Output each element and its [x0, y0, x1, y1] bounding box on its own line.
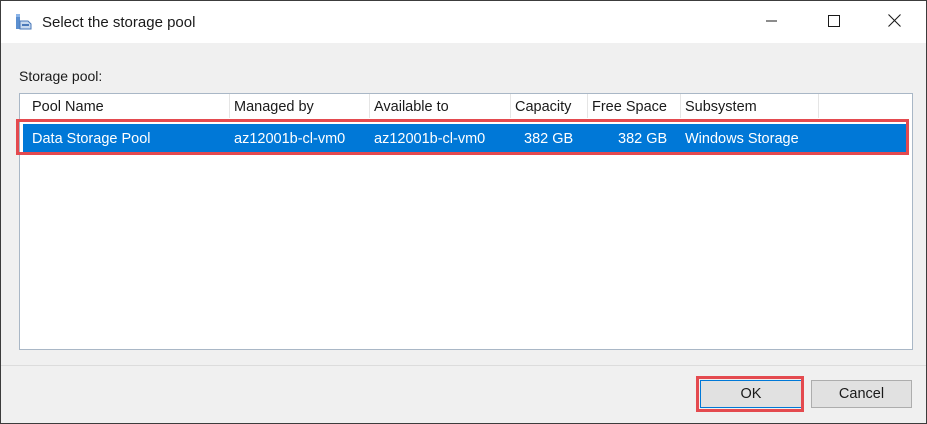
cancel-button[interactable]: Cancel	[811, 380, 912, 408]
close-button[interactable]	[871, 1, 917, 43]
minimize-button[interactable]	[749, 1, 795, 43]
column-header-available-to[interactable]: Available to	[370, 94, 511, 118]
cell-subsystem: Windows Storage	[685, 131, 799, 147]
window-title: Select the storage pool	[42, 14, 196, 31]
ok-button[interactable]: OK	[700, 380, 802, 408]
column-header-pool-name[interactable]: Pool Name	[28, 94, 230, 118]
title-bar[interactable]: Select the storage pool	[1, 1, 926, 43]
minimize-icon	[766, 14, 778, 31]
button-bar: OK Cancel	[1, 365, 926, 423]
storage-pool-icon	[14, 13, 32, 31]
column-header-free-space[interactable]: Free Space	[588, 94, 681, 118]
cell-pool-name: Data Storage Pool	[32, 131, 151, 147]
column-header-capacity[interactable]: Capacity	[511, 94, 588, 118]
column-header-managed-by[interactable]: Managed by	[230, 94, 370, 118]
list-header: Pool Name Managed by Available to Capaci…	[20, 94, 912, 118]
table-row[interactable]: Data Storage Pool az12001b-cl-vm0 az1200…	[16, 119, 912, 155]
cell-free-space: 382 GB	[618, 131, 668, 147]
cell-capacity: 382 GB	[524, 131, 574, 147]
select-storage-pool-dialog: Select the storage pool Storage pool: Po…	[0, 0, 927, 424]
dialog-body: Storage pool: Pool Name Managed by Avail…	[1, 43, 926, 365]
cell-available-to: az12001b-cl-vm0	[374, 131, 486, 147]
maximize-button[interactable]	[811, 1, 857, 43]
cell-managed-by: az12001b-cl-vm0	[234, 131, 346, 147]
storage-pool-label: Storage pool:	[19, 68, 103, 84]
close-icon	[887, 13, 901, 31]
column-header-subsystem[interactable]: Subsystem	[681, 94, 819, 118]
maximize-icon	[828, 14, 840, 31]
storage-pool-list[interactable]: Pool Name Managed by Available to Capaci…	[16, 93, 913, 350]
